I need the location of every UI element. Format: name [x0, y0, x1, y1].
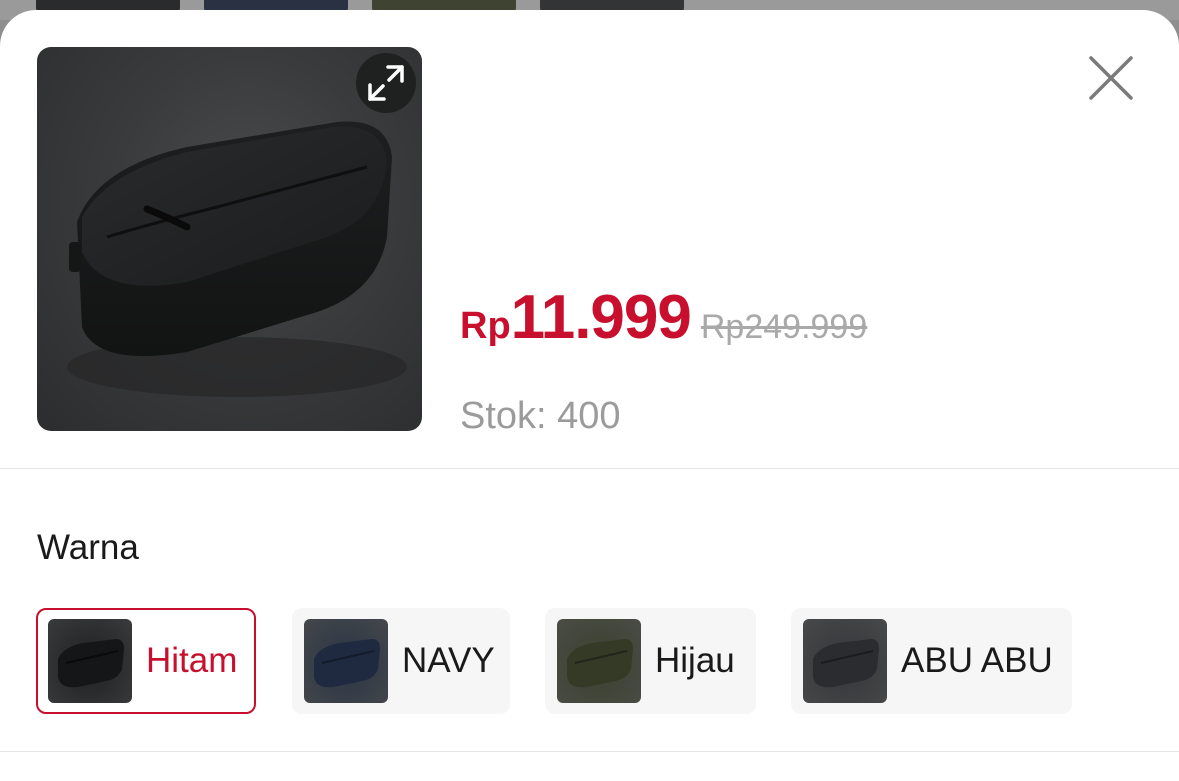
variant-thumbnail	[48, 619, 132, 703]
expand-image-button[interactable]	[356, 53, 416, 113]
expand-icon	[368, 65, 404, 101]
product-image[interactable]	[37, 47, 422, 431]
divider	[0, 751, 1179, 752]
variant-option-hitam[interactable]: Hitam	[36, 608, 256, 714]
bag-photo-icon	[58, 639, 124, 688]
divider	[0, 468, 1179, 469]
variant-option-label: Hijau	[655, 641, 735, 680]
variant-thumbnail	[557, 619, 641, 703]
price-currency: Rp	[460, 305, 511, 347]
close-icon	[1089, 56, 1133, 100]
close-button[interactable]	[1083, 50, 1139, 106]
bag-photo-icon	[567, 639, 633, 688]
variant-option-hijau[interactable]: Hijau	[545, 608, 756, 714]
variant-selection-sheet: Rp 11.999 Rp249.999 Stok: 400 Warna Hita…	[0, 10, 1179, 781]
stock-label: Stok: 400	[460, 395, 621, 437]
variant-option-navy[interactable]: NAVY	[292, 608, 510, 714]
variant-thumbnail	[803, 619, 887, 703]
variant-section-title: Warna	[37, 528, 139, 567]
variant-option-label: Hitam	[146, 641, 238, 680]
sale-price: 11.999	[510, 283, 692, 352]
price-row: Rp 11.999 Rp249.999	[460, 282, 867, 353]
variant-option-label: NAVY	[402, 641, 495, 680]
bag-photo-icon	[314, 639, 380, 688]
bag-photo-icon	[813, 639, 879, 688]
variant-thumbnail	[304, 619, 388, 703]
original-price: Rp249.999	[700, 308, 868, 346]
variant-option-label: ABU ABU	[901, 641, 1053, 680]
variant-option-abu-abu[interactable]: ABU ABU	[791, 608, 1072, 714]
